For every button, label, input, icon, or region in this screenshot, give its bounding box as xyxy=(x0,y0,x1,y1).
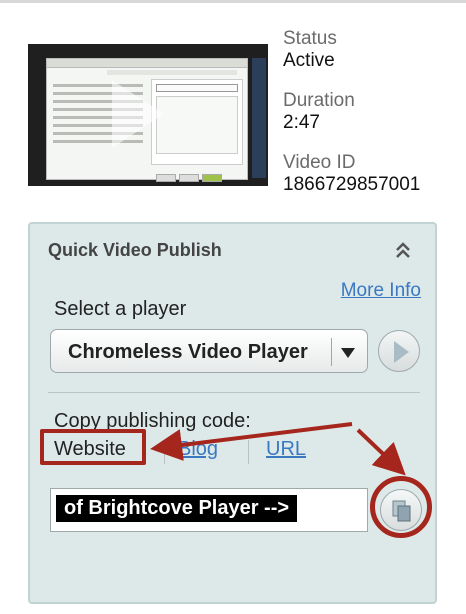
tab-url[interactable]: URL xyxy=(266,438,306,461)
status-value: Active xyxy=(283,50,335,71)
player-select-dropdown[interactable]: Chromeless Video Player xyxy=(50,329,368,373)
player-select-value: Chromeless Video Player xyxy=(68,341,308,363)
publishing-code-selection: of Brightcove Player --> xyxy=(56,495,298,522)
duration-value: 2:47 xyxy=(283,112,320,133)
preview-play-button[interactable] xyxy=(378,330,420,372)
duration-label: Duration xyxy=(283,90,355,111)
play-overlay-icon xyxy=(112,80,164,148)
top-divider xyxy=(0,0,466,3)
tab-separator xyxy=(164,440,165,464)
dropdown-separator xyxy=(331,338,332,366)
status-label: Status xyxy=(283,28,337,49)
chevron-down-icon xyxy=(341,348,355,358)
panel-divider xyxy=(48,392,420,393)
panel-title: Quick Video Publish xyxy=(48,240,222,260)
tab-separator xyxy=(248,440,249,464)
website-tab-highlight xyxy=(40,429,146,465)
play-icon xyxy=(394,341,409,363)
video-id-value: 1866729857001 xyxy=(283,174,421,195)
select-player-label: Select a player xyxy=(54,298,187,320)
thumbnail-sidebar xyxy=(252,58,266,178)
more-info-link[interactable]: More Info xyxy=(341,280,421,302)
double-chevron-up-icon[interactable] xyxy=(391,240,415,262)
video-meta: Status Active Duration 2:47 Video ID 186… xyxy=(283,28,420,214)
video-thumbnail[interactable] xyxy=(28,44,268,186)
tab-blog[interactable]: Blog xyxy=(178,438,218,461)
quick-video-publish-panel: Quick Video Publish More Info Select a p… xyxy=(28,222,437,604)
video-id-label: Video ID xyxy=(283,152,356,173)
copy-button-highlight xyxy=(370,476,432,538)
publishing-code-field[interactable]: of Brightcove Player --> xyxy=(50,488,368,532)
